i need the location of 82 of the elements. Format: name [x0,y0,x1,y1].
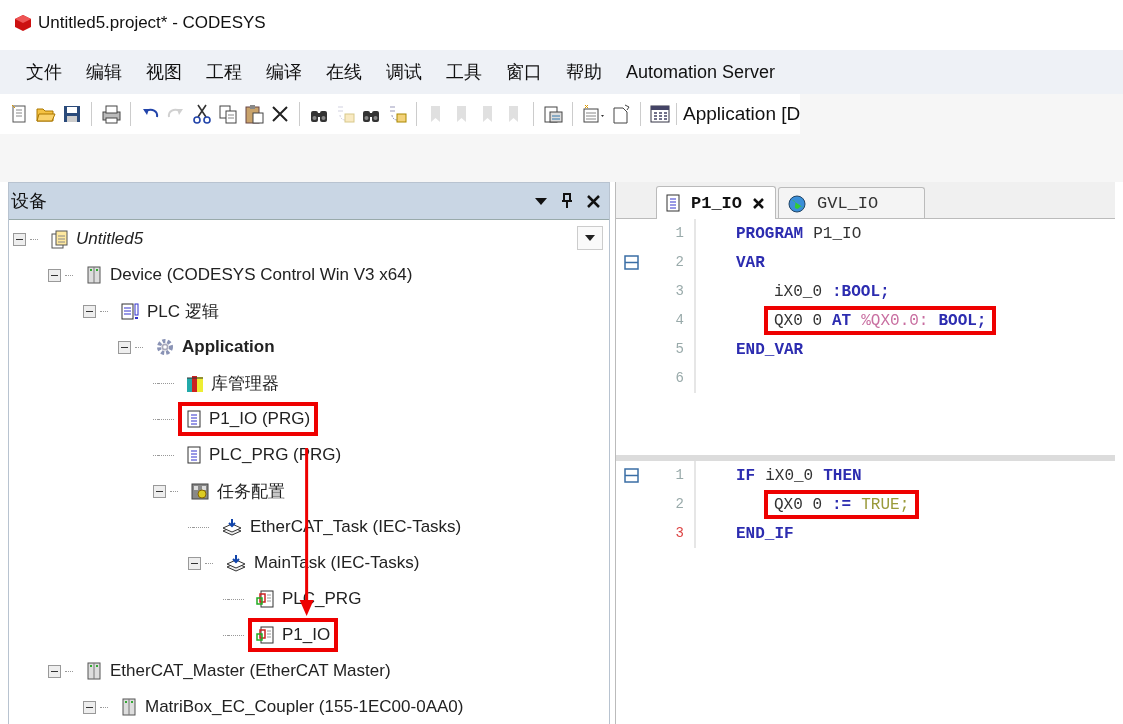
stack-icon [225,553,247,573]
code-line: iX0_0 :BOOL; [773,282,891,301]
panel-title: 设备 [11,190,48,213]
tree-item[interactable]: Device (CODESYS Control Win V3 x64) [77,258,421,292]
menu-item[interactable]: 文件 [14,60,74,84]
collapse-toggle[interactable] [83,700,96,714]
dropdown-button[interactable] [577,226,603,250]
close-icon[interactable] [752,196,765,210]
menu-item[interactable]: 编译 [254,60,314,84]
tree-item[interactable]: MatriBox_EC_Coupler (155-1EC00-0AA0) [112,690,472,724]
delete-icon[interactable] [270,104,290,124]
document-icon [665,193,681,213]
line-number: 5 [646,335,696,364]
line-number: 4 [646,306,696,335]
menu-item[interactable]: 视图 [134,60,194,84]
save-icon[interactable] [62,104,82,124]
collapse-toggle[interactable] [13,232,26,246]
menu-item[interactable]: 工程 [194,60,254,84]
line-number: 2 [646,490,696,519]
menu-item[interactable]: 编辑 [74,60,134,84]
tree-item[interactable]: P1_IO (PRG) [178,402,319,436]
device-icon [120,697,138,717]
tree-item[interactable]: 库管理器 [178,364,287,402]
document-icon [256,625,275,645]
menu-item[interactable]: 帮助 [554,60,614,84]
close-icon[interactable] [586,193,601,209]
tree-item[interactable]: P1_IO [248,618,339,652]
document-icon [186,409,202,429]
code-line: END_IF [735,524,795,543]
window-title: Untitled5.project* - CODESYS [38,13,266,33]
code-line: PROGRAM P1_IO [735,224,863,243]
collapse-toggle[interactable] [118,340,131,354]
device-icon [85,661,103,681]
menu-item[interactable]: Automation Server [614,61,788,83]
menu-item[interactable]: 工具 [434,60,494,84]
collapse-toggle[interactable] [153,484,166,498]
scissors-icon[interactable] [192,104,212,124]
menu-item[interactable]: 窗口 [494,60,554,84]
stack-icon [221,517,243,537]
clipboard-icon[interactable] [543,104,563,124]
globe-icon [787,193,807,213]
tree-item[interactable]: 任务配置 [182,472,293,510]
tree-item[interactable]: Untitled5 [42,222,152,256]
document-icon [256,589,275,609]
document-icon [50,229,69,249]
printer-icon[interactable] [101,104,121,124]
collapse-toggle[interactable] [188,556,201,570]
code-line: VAR [735,253,766,272]
document-icon [186,445,202,465]
line-number: 3 [646,277,696,306]
line-number: 1 [646,461,696,490]
calendar-grid-icon[interactable] [650,104,670,124]
line-number: 6 [646,364,696,393]
dropdown-icon[interactable] [534,195,548,207]
menu-item[interactable]: 在线 [314,60,374,84]
line-number: 2 [646,248,696,277]
fold-icon[interactable] [623,468,639,483]
app-logo-icon [14,14,32,32]
line-number: 3 [646,519,696,548]
tree-item[interactable]: PLC 逻辑 [112,292,227,330]
collapse-toggle[interactable] [48,664,61,678]
editor-tab[interactable]: GVL_IO [778,187,926,218]
line-number: 1 [646,219,696,248]
pin-icon[interactable] [560,193,574,209]
collapse-toggle[interactable] [48,268,61,282]
editor-tab[interactable]: P1_IO [656,186,776,219]
fold-icon[interactable] [623,255,639,270]
page-icon[interactable] [611,104,631,124]
new-object-icon[interactable] [582,104,605,124]
code-line: IF iX0_0 THEN [735,466,863,485]
menu-item[interactable]: 调试 [374,60,434,84]
application-label: Application [D [676,103,801,125]
code-line: END_VAR [735,340,805,359]
caret-icon [584,234,596,242]
copy-icon[interactable] [218,104,238,124]
books-icon [186,373,204,393]
device-icon [85,265,103,285]
document-icon [120,301,140,321]
collapse-toggle[interactable] [83,304,96,318]
tree-item[interactable]: Application [147,330,283,364]
tree-item[interactable]: EtherCAT_Master (EtherCAT Master) [77,654,399,688]
clipboard-icon[interactable] [244,104,264,124]
